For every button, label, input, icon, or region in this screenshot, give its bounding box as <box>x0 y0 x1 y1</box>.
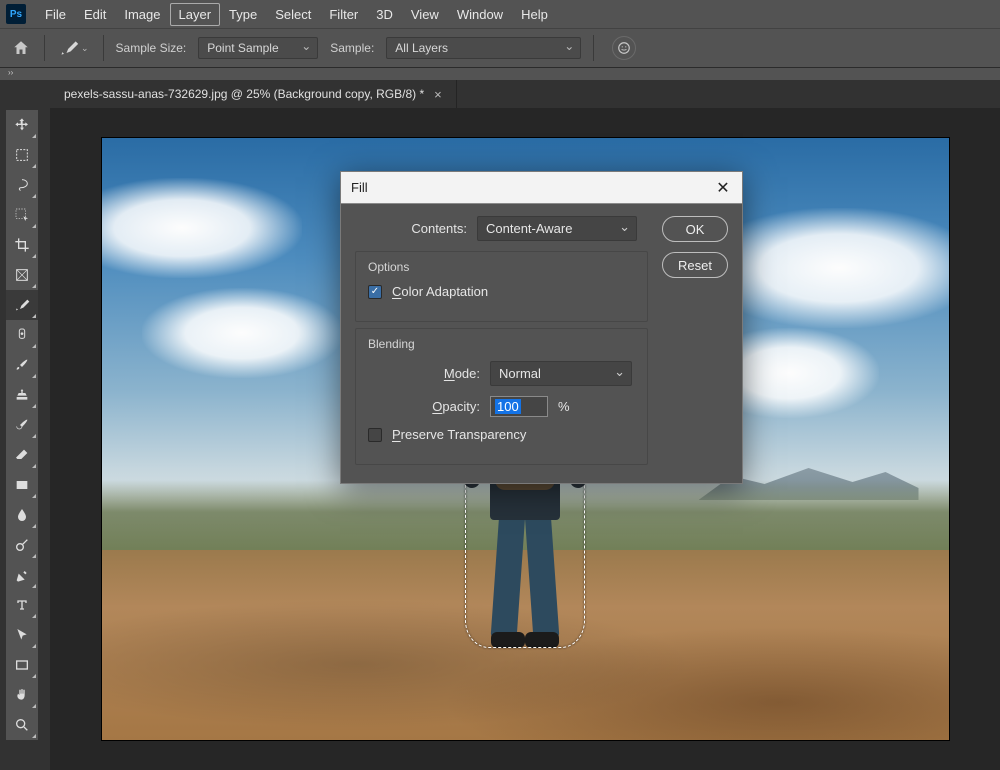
crop-tool[interactable] <box>6 230 38 260</box>
blending-group: Blending Mode: Normal Opacity: 100 % ✓ P… <box>355 328 648 465</box>
menu-window[interactable]: Window <box>448 3 512 26</box>
options-group: Options ✓ Color Adaptation <box>355 251 648 322</box>
menu-image[interactable]: Image <box>115 3 169 26</box>
eyedropper-tool[interactable] <box>6 290 38 320</box>
menu-edit[interactable]: Edit <box>75 3 115 26</box>
current-tool-indicator[interactable]: ⌄ <box>57 36 91 60</box>
hand-tool[interactable] <box>6 680 38 710</box>
image-cloud <box>102 178 302 278</box>
dialog-titlebar[interactable]: Fill ✕ <box>341 172 742 204</box>
opacity-label: Opacity: <box>368 399 480 414</box>
reset-button[interactable]: Reset <box>662 252 728 278</box>
divider <box>44 35 45 61</box>
options-bar: ⌄ Sample Size: Point Sample Sample: All … <box>0 28 1000 68</box>
lasso-tool[interactable] <box>6 170 38 200</box>
zoom-tool[interactable] <box>6 710 38 740</box>
rectangular-marquee-tool[interactable] <box>6 140 38 170</box>
opacity-suffix: % <box>558 399 570 414</box>
contents-label: Contents: <box>355 221 467 236</box>
menu-file[interactable]: File <box>36 3 75 26</box>
move-tool[interactable] <box>6 110 38 140</box>
app-logo: Ps <box>6 4 26 24</box>
contents-select[interactable]: Content-Aware <box>477 216 637 241</box>
menu-type[interactable]: Type <box>220 3 266 26</box>
ok-button[interactable]: OK <box>662 216 728 242</box>
sample-label: Sample: <box>330 41 374 55</box>
sample-size-label: Sample Size: <box>116 41 187 55</box>
menu-filter[interactable]: Filter <box>320 3 367 26</box>
options-group-title: Options <box>368 260 635 274</box>
history-brush-tool[interactable] <box>6 410 38 440</box>
brush-tool[interactable] <box>6 350 38 380</box>
type-tool[interactable] <box>6 590 38 620</box>
path-selection-tool[interactable] <box>6 620 38 650</box>
menu-3d[interactable]: 3D <box>367 3 402 26</box>
divider <box>103 35 104 61</box>
menu-layer[interactable]: Layer <box>170 3 221 26</box>
preserve-transparency-checkbox[interactable]: ✓ <box>368 428 382 442</box>
menu-help[interactable]: Help <box>512 3 557 26</box>
home-icon[interactable] <box>10 37 32 59</box>
divider <box>593 35 594 61</box>
color-adaptation-checkbox[interactable]: ✓ <box>368 285 382 299</box>
menu-bar: Ps FileEditImageLayerTypeSelectFilter3DV… <box>0 0 1000 28</box>
frame-tool[interactable] <box>6 260 38 290</box>
color-adaptation-label: Color Adaptation <box>392 284 488 299</box>
close-tab-icon[interactable]: × <box>434 87 442 102</box>
clone-stamp-tool[interactable] <box>6 380 38 410</box>
sample-size-select[interactable]: Point Sample <box>198 37 318 59</box>
menu-view[interactable]: View <box>402 3 448 26</box>
rectangle-tool[interactable] <box>6 650 38 680</box>
mode-label: Mode: <box>368 366 480 381</box>
sampling-ring-icon[interactable] <box>612 36 636 60</box>
menu-select[interactable]: Select <box>266 3 320 26</box>
image-cloud <box>142 288 342 378</box>
mode-select[interactable]: Normal <box>490 361 632 386</box>
document-tabs: pexels-sassu-anas-732629.jpg @ 25% (Back… <box>0 80 1000 108</box>
object-selection-tool[interactable] <box>6 200 38 230</box>
eraser-tool[interactable] <box>6 440 38 470</box>
panel-expand-strip[interactable]: ›› <box>0 68 1000 80</box>
pen-tool[interactable] <box>6 560 38 590</box>
blur-tool[interactable] <box>6 500 38 530</box>
document-tab-title: pexels-sassu-anas-732629.jpg @ 25% (Back… <box>64 87 424 101</box>
spot-healing-tool[interactable] <box>6 320 38 350</box>
dodge-tool[interactable] <box>6 530 38 560</box>
gradient-tool[interactable] <box>6 470 38 500</box>
sample-select[interactable]: All Layers <box>386 37 581 59</box>
opacity-input[interactable]: 100 <box>490 396 548 417</box>
fill-dialog: Fill ✕ OK Reset Contents: Content-Aware … <box>340 171 743 484</box>
dialog-title: Fill <box>351 180 368 195</box>
blending-group-title: Blending <box>368 337 635 351</box>
close-icon[interactable]: ✕ <box>714 179 732 197</box>
document-tab[interactable]: pexels-sassu-anas-732629.jpg @ 25% (Back… <box>50 80 457 108</box>
tools-panel <box>6 110 38 740</box>
preserve-transparency-label: Preserve Transparency <box>392 427 526 442</box>
